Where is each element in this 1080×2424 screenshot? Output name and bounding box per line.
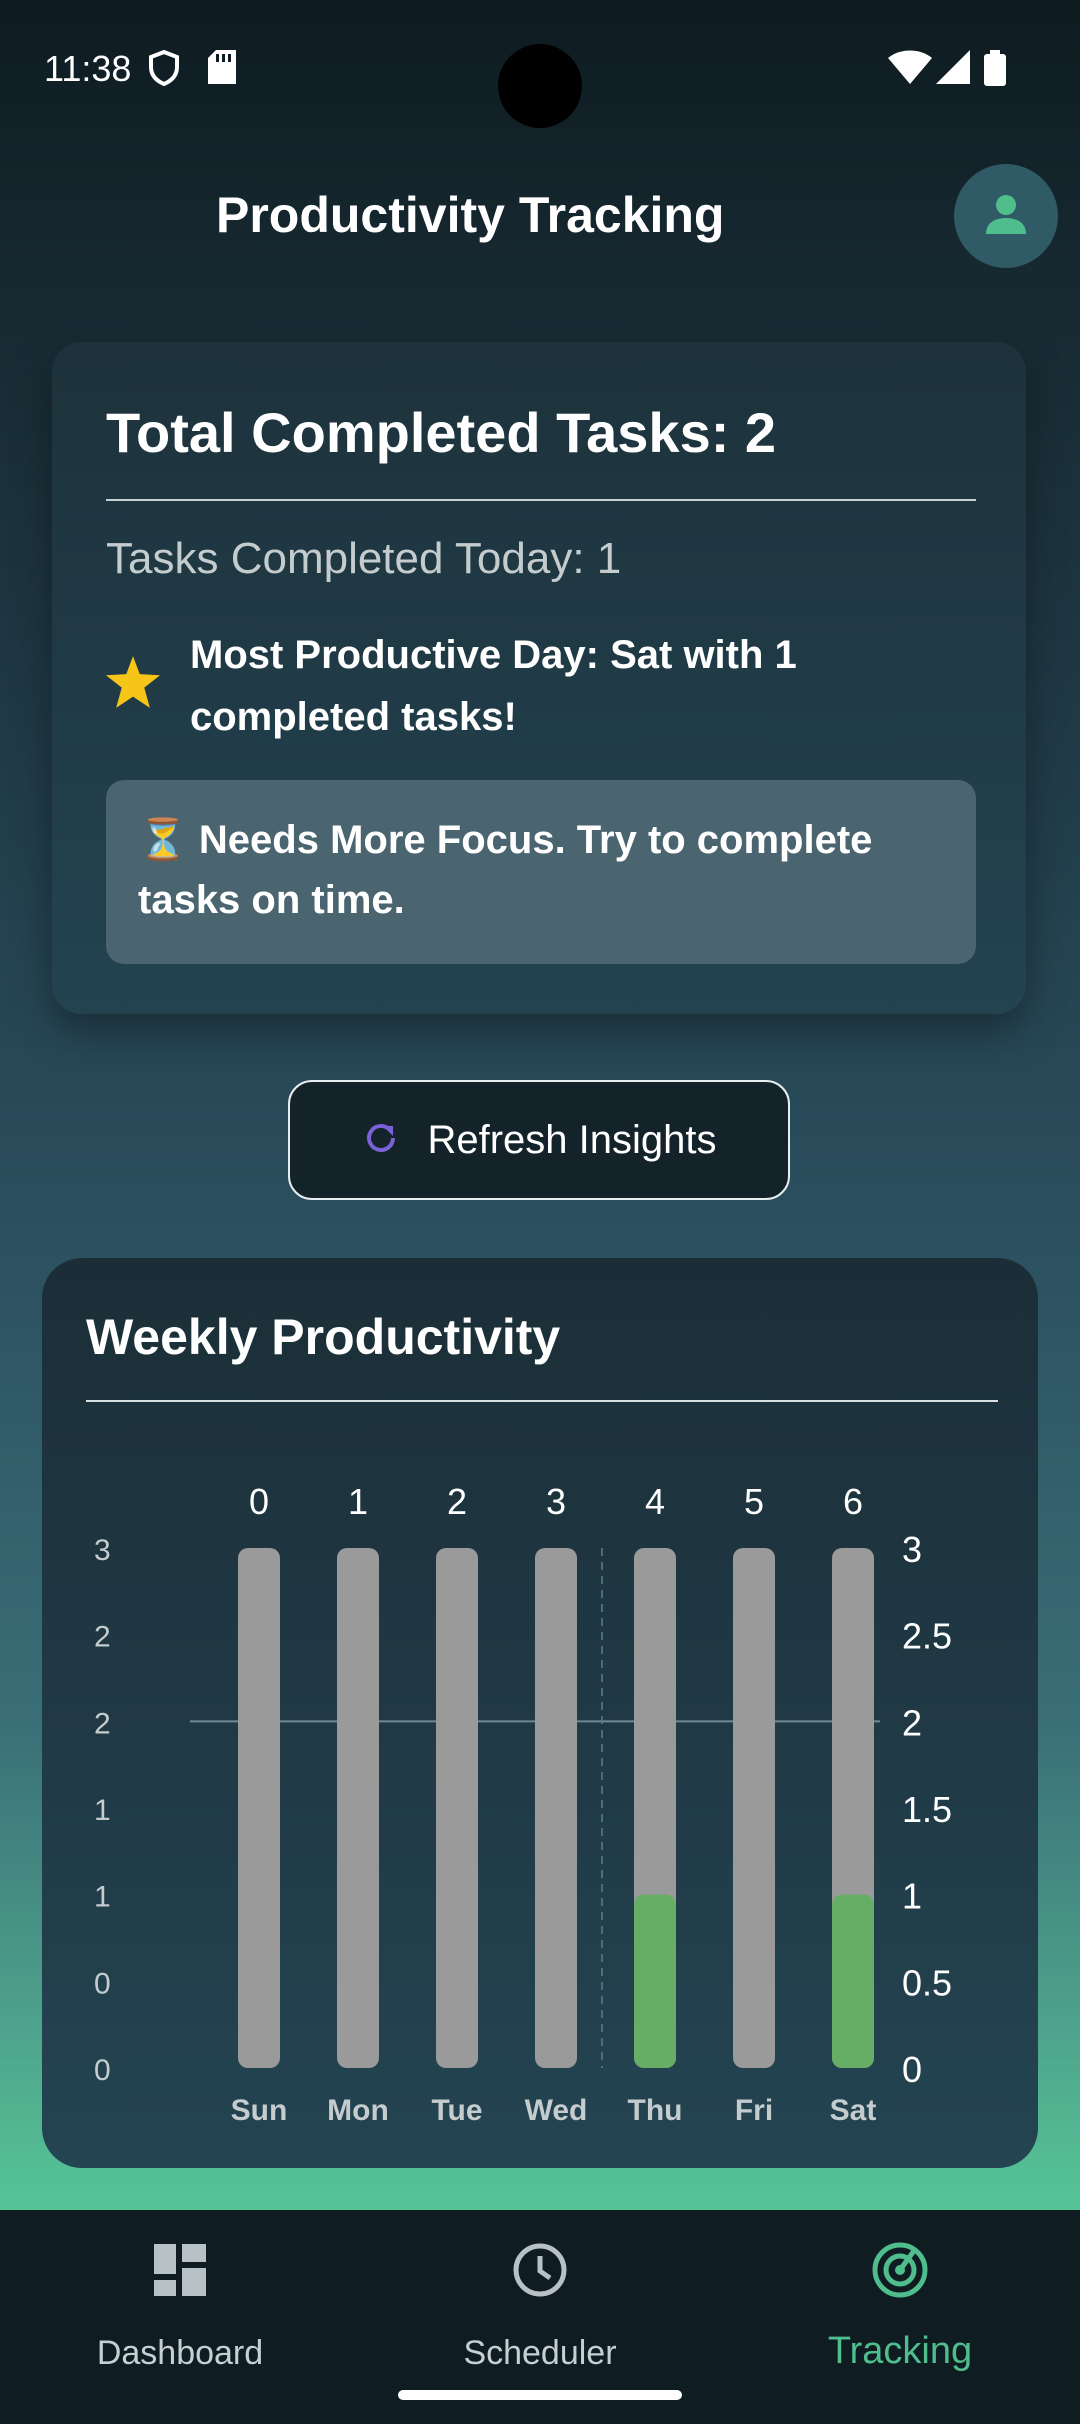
chart-top-label: 5 — [744, 1481, 764, 1522]
chart-left-tick-label: 0 — [94, 2054, 111, 2087]
nav-label-tracking: Tracking — [827, 2330, 973, 2372]
refresh-insights-button[interactable]: Refresh Insights — [288, 1080, 790, 1200]
sd-card-icon — [208, 50, 236, 89]
status-bar: 11:38 — [0, 0, 1080, 140]
chart-left-tick-label: 2 — [94, 1621, 111, 1654]
chart-left-tick-label: 2 — [94, 1707, 111, 1740]
chart-right-tick-label: 2.5 — [902, 1616, 952, 1657]
page-title: Productivity Tracking — [216, 187, 725, 243]
chart-right-tick-label: 2 — [902, 1702, 922, 1743]
refresh-icon — [361, 1118, 401, 1163]
chart-background-bar — [535, 1548, 577, 2068]
chart-left-tick-label: 0 — [94, 1967, 111, 2000]
chart-category-label: Thu — [628, 2094, 683, 2127]
battery-icon — [984, 50, 1006, 91]
chart-category-label: Fri — [735, 2094, 773, 2127]
focus-message: ⏳ Needs More Focus. Try to complete task… — [138, 818, 873, 922]
total-completed-tasks: Total Completed Tasks: 2 — [106, 401, 777, 464]
refresh-insights-label: Refresh Insights — [427, 1117, 717, 1162]
chart-left-tick-label: 1 — [94, 1794, 111, 1827]
chart-category-label: Sat — [830, 2094, 877, 2127]
camera-cutout — [498, 44, 582, 128]
chart-background-bar — [238, 1548, 280, 2068]
chart-top-label: 1 — [348, 1481, 368, 1522]
profile-button[interactable] — [954, 164, 1058, 268]
dashboard-icon — [154, 2244, 206, 2301]
most-productive-day: Most Productive Day: Sat with 1 complete… — [190, 633, 797, 739]
status-time: 11:38 — [44, 48, 132, 89]
home-indicator — [398, 2390, 682, 2400]
chart-right-tick-label: 0 — [902, 2049, 922, 2090]
chart-top-label: 4 — [645, 1481, 665, 1522]
chart-background-bar — [733, 1548, 775, 2068]
nav-item-scheduler[interactable]: Scheduler — [400, 2230, 680, 2380]
weekly-productivity-chart: 0 0 1 1 2 2 3 0 0.5 1 1.5 2 2.5 3 0 Sun 1 Mon 2 Tue 3 Wed 4 Thu… — [94, 1481, 952, 2127]
person-icon — [982, 190, 1030, 243]
chart-right-tick-label: 1 — [902, 1876, 922, 1917]
chart-right-tick-label: 3 — [902, 1529, 922, 1570]
chart-top-label: 3 — [546, 1481, 566, 1522]
chart-left-tick-label: 1 — [94, 1881, 111, 1914]
clock-icon — [512, 2242, 568, 2303]
chart-top-label: 6 — [843, 1481, 863, 1522]
chart-background-bar — [436, 1548, 478, 2068]
chart-category-label: Wed — [525, 2094, 588, 2127]
chart-category-label: Sun — [231, 2094, 288, 2127]
chart-category-label: Tue — [431, 2094, 482, 2127]
nav-label-dashboard: Dashboard — [96, 2334, 264, 2372]
focus-message-box: ⏳ Needs More Focus. Try to complete task… — [106, 780, 976, 964]
chart-right-tick-label: 1.5 — [902, 1789, 952, 1830]
wifi-icon — [888, 50, 932, 89]
chart-value-bar — [634, 1894, 676, 2068]
chart-right-tick-label: 0.5 — [902, 1962, 952, 2003]
signal-icon — [936, 50, 970, 89]
chart-top-label: 2 — [447, 1481, 467, 1522]
star-icon — [106, 656, 160, 713]
tasks-completed-today: Tasks Completed Today: 1 — [106, 534, 622, 583]
nav-item-dashboard[interactable]: Dashboard — [40, 2230, 320, 2380]
shield-icon — [148, 49, 180, 91]
chart-background-bar — [337, 1548, 379, 2068]
chart-value-bar — [832, 1894, 874, 2068]
chart-top-label: 0 — [249, 1481, 269, 1522]
nav-label-scheduler: Scheduler — [463, 2334, 617, 2372]
summary-card: Total Completed Tasks: 2 Tasks Completed… — [52, 342, 1026, 1014]
summary-divider — [106, 499, 976, 501]
weekly-productivity-card: Weekly Productivity 0 0 1 1 2 2 3 0 0.5 1 1.5 2 2.5 3… — [42, 1258, 1038, 2168]
chart-category-label: Mon — [327, 2094, 389, 2127]
nav-item-tracking[interactable]: Tracking — [760, 2230, 1040, 2380]
chart-left-tick-label: 3 — [94, 1534, 111, 1567]
tracking-icon — [870, 2240, 930, 2305]
